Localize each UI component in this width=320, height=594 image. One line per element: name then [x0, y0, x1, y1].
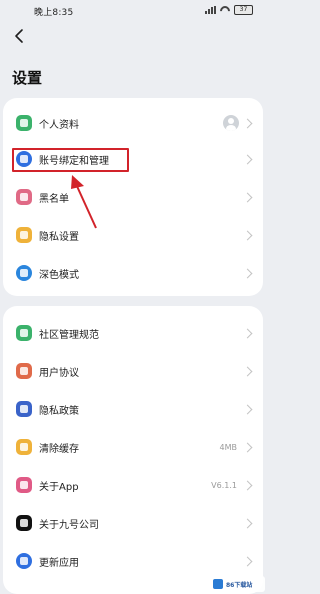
annotation-arrow-icon: [71, 175, 97, 229]
watermark-text: 86下载站: [226, 581, 253, 589]
watermark-logo-icon: [213, 579, 223, 589]
watermark: 86下载站: [210, 576, 265, 592]
